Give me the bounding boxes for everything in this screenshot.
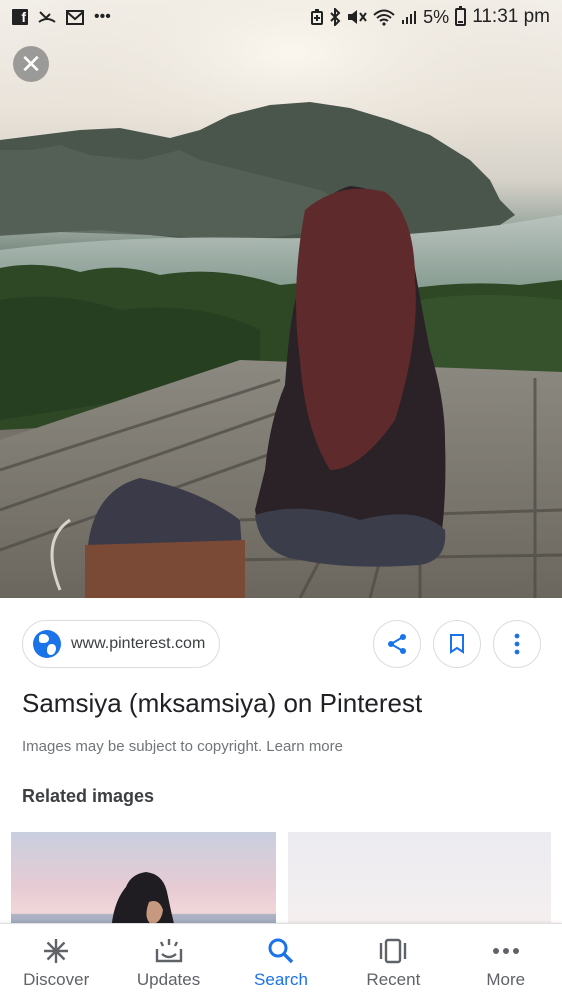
related-image-thumbnail[interactable] [288, 832, 551, 932]
copyright-note[interactable]: Images may be subject to copyright. Lear… [22, 738, 343, 755]
search-icon [267, 936, 295, 966]
nav-recent[interactable]: Recent [343, 936, 443, 990]
result-title[interactable]: Samsiya (mksamsiya) on Pinterest [22, 688, 422, 719]
share-icon [388, 634, 406, 654]
recent-icon [378, 936, 408, 966]
status-time: 11:31 pm [472, 6, 550, 27]
nav-search[interactable]: Search [231, 936, 331, 990]
related-image-1-scene [11, 872, 276, 932]
more-vert-icon [514, 633, 520, 655]
nav-updates[interactable]: Updates [119, 936, 219, 990]
main-image-scene [0, 0, 562, 598]
close-button[interactable]: ✕ [13, 46, 49, 82]
asterisk-icon [42, 936, 70, 966]
wifi-icon [373, 9, 395, 26]
battery-percent: 5% [423, 6, 450, 27]
nav-label-more: More [486, 970, 526, 989]
source-link[interactable]: www.pinterest.com [22, 620, 221, 668]
nav-label-discover: Discover [23, 970, 90, 989]
battery-icon [455, 6, 467, 26]
close-icon: ✕ [20, 49, 42, 79]
related-image-thumbnail[interactable] [11, 832, 276, 932]
nav-label-updates: Updates [136, 970, 201, 989]
mute-icon [347, 9, 367, 25]
status-left: f ••• [12, 9, 111, 25]
nav-label-search: Search [254, 970, 308, 989]
signal-icon [401, 9, 417, 25]
more-horiz-icon [492, 936, 520, 966]
battery-saver-icon [311, 9, 324, 25]
globe-icon [33, 630, 61, 658]
nav-label-recent: Recent [366, 970, 421, 989]
nav-more[interactable]: More [456, 936, 556, 990]
more-options-button[interactable] [493, 620, 541, 668]
updates-icon [154, 936, 184, 966]
bluetooth-icon [329, 8, 341, 26]
main-image[interactable]: ✕ [0, 0, 562, 598]
facebook-icon: f [12, 9, 28, 25]
share-button[interactable] [373, 620, 421, 668]
bookmark-icon [450, 634, 464, 654]
missed-call-icon [38, 10, 56, 24]
gmail-icon [66, 9, 84, 25]
status-bar: f ••• 5% 11:31 pm [0, 0, 562, 34]
source-url: www.pinterest.com [71, 635, 206, 652]
related-images-heading: Related images [22, 786, 155, 806]
save-button[interactable] [433, 620, 481, 668]
bottom-navigation: Discover Updates Search Recent More [0, 923, 562, 1000]
status-right: 5% 11:31 pm [311, 6, 550, 28]
more-notifications-icon: ••• [94, 8, 111, 25]
nav-discover[interactable]: Discover [6, 936, 106, 990]
